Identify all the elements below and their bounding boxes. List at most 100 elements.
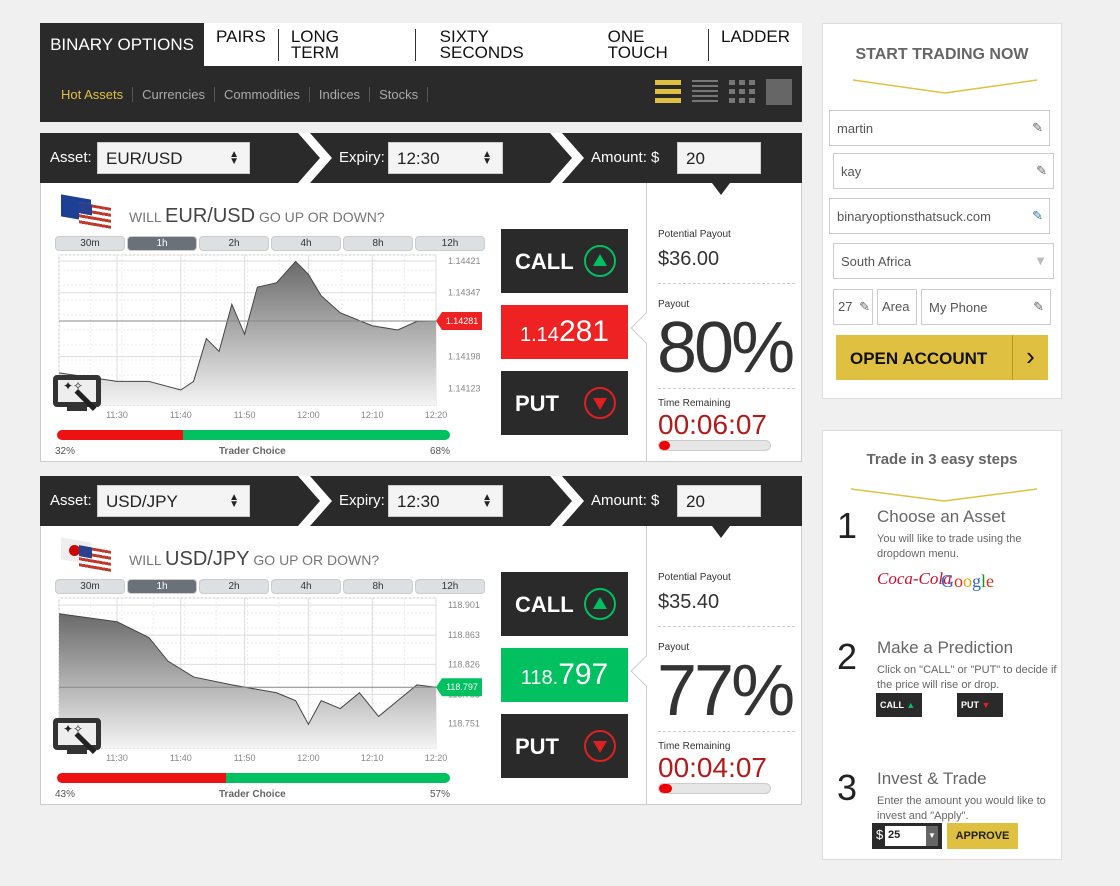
trade-controls: Asset: EUR/USD ▲ ▼ Expiry: 12:30 ▲ ▼ Amount:… [40, 133, 802, 195]
view-large-list-icon[interactable] [655, 79, 681, 105]
magic-wand-icon[interactable]: ✦✧ [53, 375, 103, 415]
range-tab-4h[interactable]: 4h [271, 579, 341, 594]
put-share-fill [57, 773, 226, 783]
last-name-input[interactable]: kay ✎ [833, 153, 1054, 189]
eu-us-flag-icon [61, 194, 113, 230]
range-tab-1h[interactable]: 1h [127, 236, 197, 251]
put-button[interactable]: PUT [501, 714, 628, 778]
trader-choice-bar [57, 430, 450, 440]
current-price: 1.14281 [501, 305, 628, 359]
subtab-indices[interactable]: Indices [310, 86, 371, 102]
x-tick-label: 12:00 [297, 753, 320, 763]
subtab-commodities[interactable]: Commodities [215, 86, 310, 102]
steps-title: Trade in 3 easy steps [866, 451, 1018, 468]
tab-sixty-seconds[interactable]: SIXTY SECONDS [416, 28, 596, 61]
current-price: 118.797 [501, 648, 628, 702]
arrow-up-icon: ▲ [906, 700, 916, 710]
subtab-currencies[interactable]: Currencies [133, 86, 215, 102]
product-tabs: BINARY OPTIONS PAIRS LONG TERM SIXTY SEC… [40, 23, 802, 66]
subtab-hot-assets[interactable]: Hot Assets [52, 86, 134, 102]
payout-percent: 80% [657, 308, 795, 388]
chevron-down-icon: ▼ [926, 826, 938, 846]
steps-card: Trade in 3 easy steps 1 Choose an Asset … [822, 430, 1062, 860]
updown-icon: ▲ ▼ [229, 492, 239, 510]
tab-long-term[interactable]: LONG TERM [279, 28, 416, 61]
y-tick-label: 1.14198 [448, 352, 481, 362]
expiry-select[interactable]: 12:30 ▲ ▼ [388, 485, 503, 517]
arrow-up-icon [584, 245, 616, 277]
view-single-icon[interactable] [766, 79, 792, 105]
chevron-divider [550, 133, 584, 183]
phone-input[interactable]: My Phone ✎ [921, 289, 1051, 325]
tab-one-touch[interactable]: ONE TOUCH [596, 28, 710, 61]
range-tab-30m[interactable]: 30m [55, 236, 125, 251]
price-tag-label: 1.14281 [446, 316, 479, 326]
amount-input[interactable]: 20 [677, 142, 761, 174]
amount-input[interactable]: 20 [677, 485, 761, 517]
asset-select[interactable]: USD/JPY ▲ ▼ [97, 485, 250, 517]
put-share-fill [57, 430, 183, 440]
pointer-arrow [712, 183, 730, 204]
range-tab-2h[interactable]: 2h [199, 579, 269, 594]
time-range-tabs: 30m 1h 2h 4h 8h 12h [55, 236, 485, 251]
phone-code-input[interactable]: 27 ✎ [833, 289, 873, 325]
call-button[interactable]: CALL [501, 572, 628, 636]
us-japan-flag-icon [61, 537, 113, 573]
amount-select[interactable]: $25 ▼ [872, 823, 942, 849]
first-name-input[interactable]: martin ✎ [829, 110, 1050, 146]
payout-info: Potential Payout $36.00 Payout 80% Time … [630, 183, 803, 462]
y-tick-label: 118.863 [448, 630, 480, 640]
range-tab-1h[interactable]: 1h [127, 579, 197, 594]
y-tick-label: 1.14123 [448, 384, 481, 394]
chevron-divider [298, 133, 332, 183]
range-tab-8h[interactable]: 8h [343, 236, 413, 251]
view-grid-icon[interactable] [729, 79, 755, 105]
call-button[interactable]: CALL [501, 229, 628, 293]
trade-body: WILL EUR/USD GO UP OR DOWN? 30m 1h 2h 4h 8h 1… [40, 183, 802, 462]
magic-wand-icon[interactable]: ✦✧ [53, 718, 103, 758]
y-tick-label: 118.751 [448, 719, 480, 729]
email-input[interactable]: binaryoptionsthatsuck.com ✎ [829, 198, 1050, 234]
pen-icon: ✎ [1032, 208, 1043, 223]
view-compact-list-icon[interactable] [692, 79, 718, 105]
range-tab-2h[interactable]: 2h [199, 236, 269, 251]
tab-ladder[interactable]: LADDER [709, 28, 802, 61]
range-tab-4h[interactable]: 4h [271, 236, 341, 251]
tab-pairs[interactable]: PAIRS [204, 28, 279, 61]
x-tick-label: 11:30 [106, 410, 128, 420]
trader-choice-bar [57, 773, 450, 783]
expiry-select[interactable]: 12:30 ▲ ▼ [388, 142, 503, 174]
arrow-down-icon: ▼ [981, 700, 991, 710]
put-button[interactable]: PUT [501, 371, 628, 435]
subtab-stocks[interactable]: Stocks [370, 86, 429, 102]
potential-payout: $36.00 [658, 248, 720, 270]
range-tab-8h[interactable]: 8h [343, 579, 413, 594]
google-logo: Google [941, 571, 995, 591]
signup-title: START TRADING NOW [855, 46, 1029, 63]
x-tick-label: 12:10 [361, 410, 384, 420]
x-tick-label: 12:10 [361, 753, 384, 763]
sample-put-button: PUT ▼ [957, 693, 1003, 717]
range-tab-12h[interactable]: 12h [415, 579, 485, 594]
chevron-divider [550, 476, 584, 526]
time-progress-fill [659, 441, 671, 450]
range-tab-30m[interactable]: 30m [55, 579, 125, 594]
tab-binary-options[interactable]: BINARY OPTIONS [40, 23, 205, 66]
time-range-tabs: 30m 1h 2h 4h 8h 12h [55, 579, 485, 594]
approve-button[interactable]: APPROVE [947, 823, 1018, 849]
range-tab-12h[interactable]: 12h [415, 236, 485, 251]
price-tag-label: 118.797 [446, 682, 478, 692]
open-account-button[interactable]: OPEN ACCOUNT › [836, 335, 1048, 380]
time-progress-fill [659, 784, 673, 793]
arrow-up-icon [584, 588, 616, 620]
area-code-input[interactable]: Area [877, 289, 917, 325]
asset-select[interactable]: EUR/USD ▲ ▼ [97, 142, 250, 174]
pen-icon: ✎ [1033, 299, 1044, 314]
updown-icon: ▲ ▼ [229, 149, 239, 167]
chevron-divider [298, 476, 332, 526]
x-tick-label: 11:40 [170, 753, 192, 763]
country-select[interactable]: South Africa ▼ [833, 243, 1054, 279]
pen-icon: ✎ [1032, 120, 1043, 135]
pointer-arrow [712, 526, 730, 547]
y-tick-label: 118.901 [448, 600, 480, 610]
